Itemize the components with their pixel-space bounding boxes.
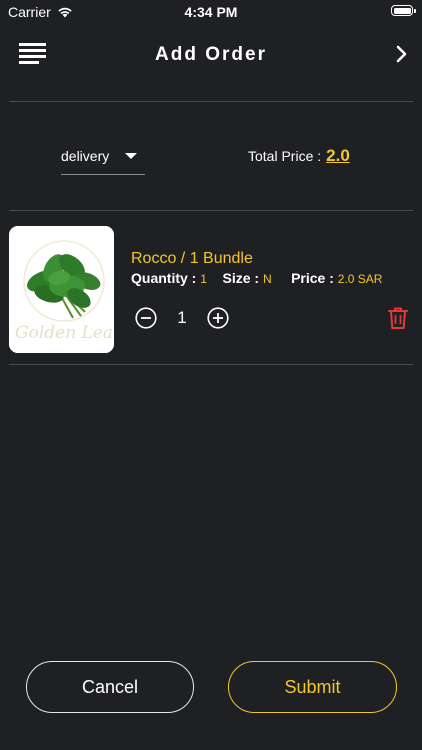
add-order-screen: Carrier 4:34 PM Add Order delivery Total… <box>0 0 422 750</box>
header-divider <box>9 101 413 102</box>
plus-circle-icon[interactable] <box>207 307 229 329</box>
delivery-dropdown[interactable]: delivery <box>61 144 145 175</box>
minus-circle-icon[interactable] <box>135 307 157 329</box>
item-details: Quantity : 1 Size : N Price : 2.0 SAR <box>131 270 382 286</box>
cancel-button[interactable]: Cancel <box>26 661 194 713</box>
quantity-label: Quantity : <box>131 270 197 286</box>
caret-down-icon <box>125 153 137 159</box>
spinach-bundle-image: Golden Leaves <box>9 226 114 353</box>
total-price-label: Total Price : <box>248 148 322 164</box>
page-title: Add Order <box>155 44 267 65</box>
size-label: Size : <box>222 270 260 286</box>
item-divider <box>9 364 413 365</box>
size-value: N <box>262 272 272 286</box>
product-image: Golden Leaves <box>9 226 114 353</box>
total-price: Total Price : 2.0 <box>248 146 350 166</box>
status-bar: Carrier 4:34 PM <box>0 0 422 24</box>
summary-divider <box>9 210 413 211</box>
stepper-value: 1 <box>177 308 187 327</box>
price-value: 2.0 SAR <box>337 272 383 286</box>
quantity-stepper: 1 <box>135 306 229 330</box>
status-time: 4:34 PM <box>184 4 238 20</box>
quantity-value: 1 <box>200 272 207 286</box>
nav-bar: Add Order <box>0 36 422 74</box>
trash-icon[interactable] <box>387 306 409 330</box>
delivery-selected-value: delivery <box>61 148 110 164</box>
total-price-value: 2.0 <box>326 146 350 165</box>
battery-icon <box>391 5 416 16</box>
watermark-text: Golden Leaves <box>15 323 114 343</box>
price-label: Price : <box>291 270 334 286</box>
chevron-right-icon[interactable] <box>394 44 410 64</box>
item-title: Rocco / 1 Bundle <box>131 250 253 267</box>
submit-button[interactable]: Submit <box>228 661 397 713</box>
